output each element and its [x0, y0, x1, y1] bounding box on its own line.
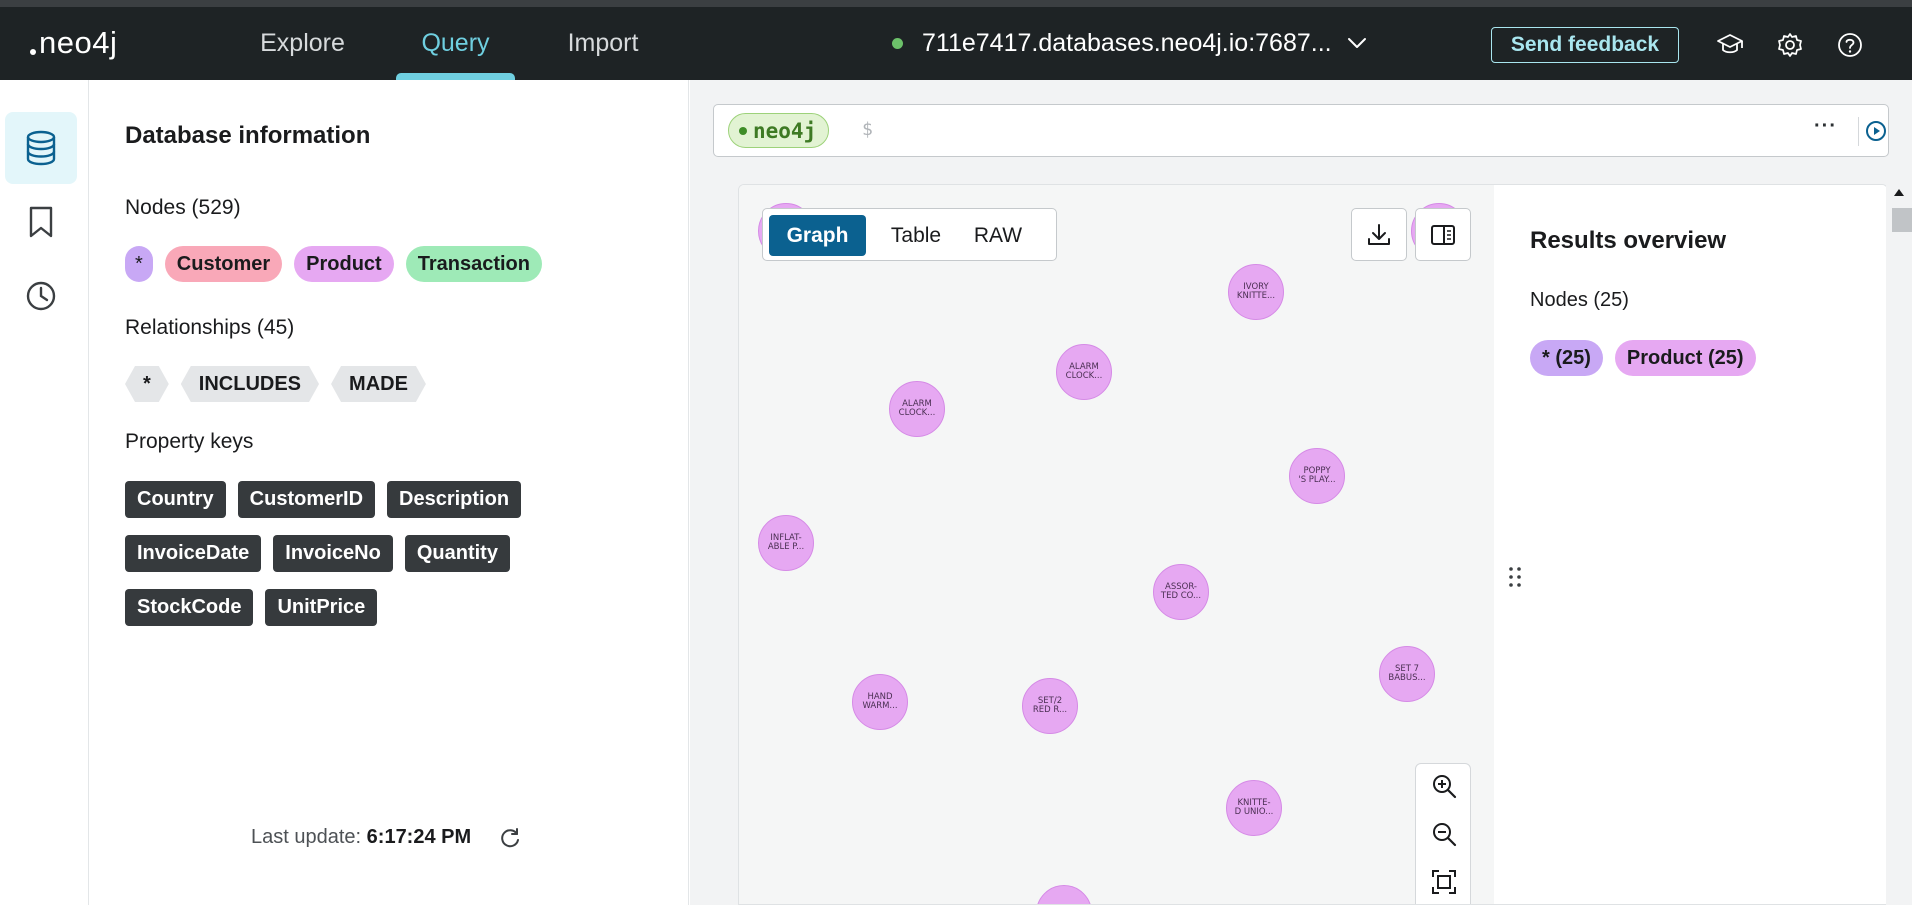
refresh-icon[interactable] — [498, 826, 522, 850]
relationships-count-label: Relationships (45) — [125, 316, 295, 339]
graph-node[interactable]: ASSOR- TED CO... — [1153, 564, 1209, 620]
property-key-chip[interactable]: Quantity — [404, 535, 510, 572]
more-options-button[interactable]: ··· — [1814, 115, 1837, 138]
scroll-up-arrow-icon[interactable] — [1894, 189, 1904, 196]
side-panel-icon — [1431, 224, 1455, 245]
result-chip-all[interactable]: * (25) — [1530, 340, 1603, 376]
results-overview-title: Results overview — [1530, 227, 1727, 254]
property-key-chip[interactable]: StockCode — [125, 589, 254, 626]
zoom-controls — [1415, 763, 1471, 904]
graph-node[interactable]: ALARM CLOCK... — [1056, 344, 1112, 400]
property-key-chip[interactable]: Country — [125, 481, 226, 518]
graph-node[interactable]: POPPY 'S PLAY... — [1289, 448, 1345, 504]
results-nodes-label: Nodes (25) — [1530, 289, 1629, 311]
view-mode-toggle: Graph Table RAW — [762, 208, 1057, 261]
panel-title: Database information — [125, 122, 371, 149]
node-label-chip-all[interactable]: * — [125, 246, 153, 282]
sidebar-rail — [0, 80, 89, 905]
property-key-chip[interactable]: InvoiceNo — [273, 535, 393, 572]
neo4j-logo[interactable]: neo4j — [30, 25, 117, 61]
graph-node[interactable]: SET/2 RED R... — [1022, 678, 1078, 734]
tab-raw[interactable]: RAW — [963, 215, 1033, 256]
help-icon[interactable] — [1836, 31, 1864, 59]
fit-to-screen-icon[interactable] — [1430, 868, 1458, 896]
rail-database-button[interactable] — [5, 112, 77, 184]
last-update-time: 6:17:24 PM — [366, 826, 472, 848]
tab-query[interactable]: Query — [396, 7, 515, 80]
scrollbar-thumb[interactable] — [1892, 208, 1912, 232]
cypher-editor[interactable]: neo4j $ ··· — [713, 104, 1889, 157]
editor-divider — [1858, 117, 1859, 146]
toggle-overview-button[interactable] — [1415, 208, 1471, 261]
graph-node[interactable]: HAND WARM... — [852, 674, 908, 730]
property-key-chip[interactable]: Description — [387, 481, 522, 518]
tab-graph[interactable]: Graph — [769, 215, 866, 256]
node-label-chip-customer[interactable]: Customer — [164, 246, 283, 282]
last-update-text: Last update: 6:17:24 PM — [251, 826, 472, 848]
property-keys-row-2: InvoiceDate InvoiceNo Quantity — [125, 535, 510, 572]
graph-node[interactable]: SET 7 BABUS... — [1379, 646, 1435, 702]
send-feedback-button[interactable]: Send feedback — [1491, 27, 1679, 63]
node-label-chip-transaction[interactable]: Transaction — [405, 246, 542, 282]
editor-prompt[interactable]: $ — [862, 119, 873, 140]
connection-status-dot — [892, 38, 903, 49]
graph-visualization[interactable]: IVORY KNITTE... ALARM CLOCK... ALARM CLO… — [739, 185, 1494, 904]
database-status-dot — [739, 126, 747, 135]
vertical-scrollbar[interactable] — [1886, 183, 1912, 905]
relationship-types-list: * INCLUDES MADE — [125, 366, 426, 402]
graph-node[interactable]: IVORY KNITTE... — [1228, 264, 1284, 320]
property-keys-label: Property keys — [125, 430, 254, 453]
graph-node[interactable] — [1036, 885, 1092, 904]
download-icon — [1368, 223, 1390, 245]
nodes-count-label: Nodes (529) — [125, 196, 241, 219]
database-name: neo4j — [753, 118, 817, 143]
node-label-chip-product[interactable]: Product — [294, 246, 394, 282]
property-key-chip[interactable]: UnitPrice — [265, 589, 378, 626]
tab-table[interactable]: Table — [881, 215, 951, 256]
connection-host[interactable]: 711e7417.databases.neo4j.io:7687... — [922, 29, 1332, 58]
database-information-panel: Database information Nodes (529) * Custo… — [89, 80, 689, 905]
tab-import[interactable]: Import — [553, 7, 653, 80]
results-label-chips: * (25) Product (25) — [1530, 340, 1756, 376]
relationship-chip-includes[interactable]: INCLUDES — [181, 366, 319, 402]
rail-history-button[interactable] — [5, 260, 77, 332]
window-top-edge — [0, 0, 1912, 7]
query-main-area: neo4j $ ··· IVORY KNITTE... ALARM CLOCK.… — [690, 80, 1912, 905]
history-icon — [26, 281, 56, 311]
node-labels-list: * Customer Product Transaction — [125, 246, 542, 282]
graduation-cap-icon[interactable] — [1716, 31, 1744, 59]
database-selector-pill[interactable]: neo4j — [728, 113, 830, 148]
graph-node[interactable]: ALARM CLOCK... — [889, 381, 945, 437]
drag-handle-icon[interactable] — [1508, 565, 1522, 589]
database-icon — [26, 130, 56, 166]
rail-saved-cypher-button[interactable] — [5, 186, 77, 258]
top-navigation-bar: neo4j Explore Query Import 711e7417.data… — [0, 7, 1912, 80]
result-chip-product[interactable]: Product (25) — [1614, 340, 1756, 376]
download-button[interactable] — [1351, 208, 1407, 261]
property-keys-row-3: StockCode UnitPrice — [125, 589, 378, 626]
property-key-chip[interactable]: InvoiceDate — [125, 535, 262, 572]
tab-explore[interactable]: Explore — [245, 7, 360, 80]
run-query-icon[interactable] — [1864, 119, 1888, 143]
relationship-chip-made[interactable]: MADE — [331, 366, 426, 402]
bookmark-icon — [29, 206, 53, 238]
graph-node[interactable]: KNITTE- D UNIO... — [1226, 780, 1282, 836]
relationship-chip-all[interactable]: * — [125, 366, 169, 402]
zoom-in-icon[interactable] — [1430, 772, 1458, 800]
results-overview-panel: Results overview Nodes (25) * (25) Produ… — [1494, 185, 1887, 904]
property-keys-row-1: Country CustomerID Description — [125, 481, 522, 518]
graph-node[interactable]: INFLAT- ABLE P... — [758, 515, 814, 571]
zoom-out-icon[interactable] — [1430, 820, 1458, 848]
result-frame: IVORY KNITTE... ALARM CLOCK... ALARM CLO… — [738, 184, 1888, 905]
chevron-down-icon[interactable] — [1346, 34, 1368, 52]
gear-icon[interactable] — [1776, 31, 1804, 59]
property-key-chip[interactable]: CustomerID — [237, 481, 376, 518]
